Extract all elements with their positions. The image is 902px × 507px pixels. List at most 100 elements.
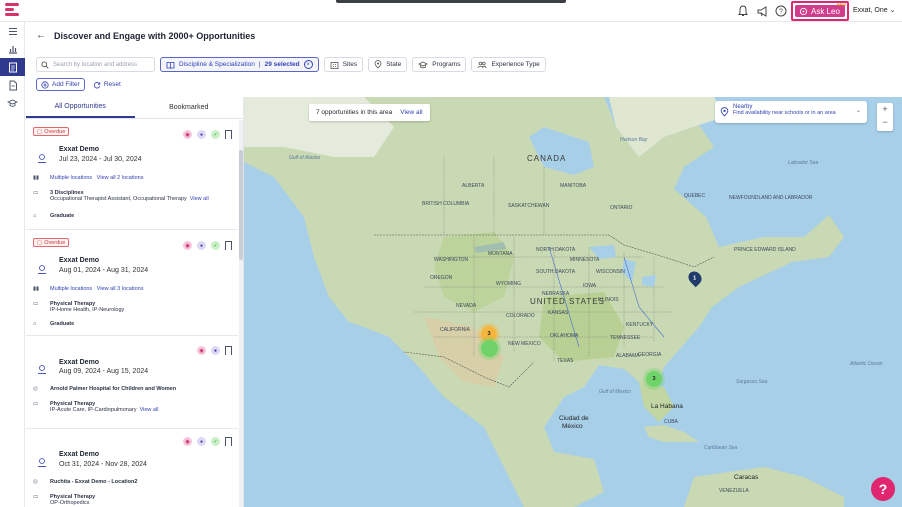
help-button[interactable]: ? bbox=[871, 477, 895, 501]
ask-leo-label: Ask Leo bbox=[811, 6, 840, 16]
location-text[interactable]: Multiple locations bbox=[50, 175, 92, 181]
zoom-in-button[interactable]: + bbox=[877, 103, 893, 116]
map-label-south-dakota: SOUTH DAKOTA bbox=[536, 269, 576, 275]
map-label-bc: BRITISH COLUMBIA bbox=[422, 201, 470, 207]
view-locations-link[interactable]: View all 2 locations bbox=[97, 175, 144, 181]
book-icon: ▭ bbox=[33, 494, 39, 500]
check-icon[interactable]: ✓ bbox=[211, 437, 220, 446]
map-cluster-marker[interactable]: 3 bbox=[646, 371, 662, 387]
graduation-icon bbox=[418, 61, 429, 68]
eye-icon[interactable]: ◉ bbox=[183, 437, 192, 446]
ask-leo-button[interactable]: Ask Leo NEW bbox=[791, 1, 849, 21]
map-label-montana: MONTANA bbox=[488, 251, 513, 257]
location-pin-icon bbox=[720, 107, 729, 117]
opportunity-card[interactable]: ▢ Overdue ◉ ● ✓ Exxat Demo Jul 23, 2024 -… bbox=[26, 119, 238, 230]
state-filter-chip[interactable]: State bbox=[368, 57, 408, 72]
org-name: Exxat Demo bbox=[59, 359, 100, 366]
view-all-opportunities-link[interactable]: View all bbox=[400, 109, 422, 116]
discipline-filter-label: Discipline & Specialization bbox=[179, 61, 255, 68]
person-icon[interactable]: ● bbox=[197, 437, 206, 446]
org-name: Exxat Demo bbox=[59, 451, 100, 458]
map-pins-icon: ▮▮ bbox=[33, 286, 40, 292]
opportunity-card[interactable]: ▢ Overdue ◉ ● ✓ Exxat Demo Aug 01, 2024 -… bbox=[26, 230, 238, 336]
rail-item-education[interactable] bbox=[0, 94, 25, 112]
plus-circle-icon bbox=[41, 80, 49, 89]
check-icon[interactable]: ✓ bbox=[211, 241, 220, 250]
page-header: ← Discover and Engage with 2000+ Opportu… bbox=[36, 30, 255, 41]
map-label-hudson-bay: Hudson Bay bbox=[620, 137, 648, 143]
announcement-icon[interactable] bbox=[756, 4, 770, 18]
bookmark-icon[interactable] bbox=[225, 241, 232, 250]
add-filter-button[interactable]: Add Filter bbox=[36, 78, 85, 91]
location-search-input[interactable]: Search by location and address bbox=[36, 57, 155, 72]
rail-item-analytics[interactable] bbox=[0, 40, 25, 58]
reset-button[interactable]: Reset bbox=[93, 81, 121, 89]
level-row: ⌂ Graduate bbox=[33, 213, 233, 221]
eye-icon[interactable]: ◉ bbox=[183, 130, 192, 139]
person-icon[interactable]: ● bbox=[197, 241, 206, 250]
location-row: ▮▮ Multiple locations View all 3 locatio… bbox=[33, 286, 233, 294]
nearby-dropdown[interactable]: Nearby Find availability near schools or… bbox=[715, 101, 867, 123]
person-icon[interactable]: ● bbox=[211, 346, 220, 355]
map-label-quebec: QUEBEC bbox=[684, 193, 706, 199]
book-icon: ▭ bbox=[33, 190, 39, 196]
date-range: Aug 09, 2024 - Aug 15, 2024 bbox=[59, 368, 149, 375]
svg-text:?: ? bbox=[779, 9, 783, 16]
menu-button[interactable] bbox=[0, 22, 25, 40]
tab-bookmarked[interactable]: Bookmarked bbox=[135, 97, 244, 118]
level-text: Graduate bbox=[50, 321, 75, 327]
rail-item-opportunities[interactable] bbox=[0, 58, 25, 76]
map-label-newfoundland: NEWFOUNDLAND AND LABRADOR bbox=[729, 195, 813, 201]
user-menu[interactable]: Exxat, One ⌄ bbox=[853, 6, 895, 14]
location-row: ◎ Arnold Palmer Hospital for Children an… bbox=[33, 386, 233, 394]
map-label-atlantic: Atlantic Ocean bbox=[850, 361, 883, 367]
map-label-ontario: ONTARIO bbox=[610, 205, 633, 211]
book-icon: ▭ bbox=[33, 401, 39, 407]
map-label-new-mexico: NEW MEXICO bbox=[508, 341, 541, 347]
org-logo-icon bbox=[38, 458, 46, 467]
zoom-controls: + − bbox=[877, 103, 893, 131]
map-label-texas: TEXAS bbox=[557, 358, 574, 364]
bell-icon[interactable] bbox=[736, 4, 750, 18]
discipline-filter-chip[interactable]: Discipline & Specialization | 29 selecte… bbox=[160, 57, 319, 72]
opportunities-count-text: 7 opportunities in this area bbox=[316, 109, 393, 116]
bookmark-icon[interactable] bbox=[225, 437, 232, 446]
exxat-logo[interactable] bbox=[5, 3, 19, 19]
programs-filter-label: Programs bbox=[432, 61, 461, 68]
programs-filter-chip[interactable]: Programs bbox=[412, 57, 467, 72]
map-view[interactable]: CANADA UNITED STATES Ciudad de México La… bbox=[244, 97, 902, 507]
chip-divider: | bbox=[258, 61, 261, 68]
opportunity-card[interactable]: ◉ ● Exxat Demo Aug 09, 2024 - Aug 15, 20… bbox=[26, 336, 238, 429]
opportunity-card[interactable]: ◉ ● ✓ Exxat Demo Oct 31, 2024 - Nov 28, … bbox=[26, 429, 238, 507]
view-locations-link[interactable]: View all 3 locations bbox=[97, 286, 144, 292]
help-circle-icon[interactable]: ? bbox=[774, 4, 788, 18]
sites-filter-chip[interactable]: Sites bbox=[323, 57, 364, 72]
filter-bar: Search by location and address Disciplin… bbox=[36, 57, 546, 72]
experience-type-filter-chip[interactable]: Experience Type bbox=[471, 57, 546, 72]
map-label-washington: WASHINGTON bbox=[434, 257, 469, 263]
list-scrollbar-thumb[interactable] bbox=[239, 150, 243, 260]
rail-item-files[interactable] bbox=[0, 76, 25, 94]
back-arrow-icon[interactable]: ← bbox=[36, 30, 46, 41]
bookmark-icon[interactable] bbox=[225, 130, 232, 139]
view-all-link[interactable]: View all bbox=[190, 196, 209, 202]
add-filter-label: Add Filter bbox=[52, 81, 80, 88]
filter-actions: Add Filter Reset bbox=[36, 78, 121, 91]
map-label-georgia: GEORGIA bbox=[638, 352, 662, 358]
map-cluster-marker[interactable] bbox=[481, 340, 498, 357]
book-icon: ▭ bbox=[33, 301, 39, 307]
view-all-link[interactable]: View all bbox=[140, 407, 159, 413]
eye-icon[interactable]: ◉ bbox=[183, 241, 192, 250]
map-label-oklahoma: OKLAHOMA bbox=[550, 333, 579, 339]
menu-icon bbox=[8, 27, 17, 35]
tab-all-opportunities[interactable]: All Opportunities bbox=[26, 97, 135, 118]
location-text[interactable]: Multiple locations bbox=[50, 286, 92, 292]
map-label-saskatchewan: SASKATCHEWAN bbox=[508, 203, 550, 209]
clear-filter-icon[interactable]: × bbox=[303, 60, 313, 69]
check-icon[interactable]: ✓ bbox=[211, 130, 220, 139]
bookmark-icon[interactable] bbox=[225, 346, 232, 355]
eye-icon[interactable]: ◉ bbox=[197, 346, 206, 355]
zoom-out-button[interactable]: − bbox=[877, 116, 893, 129]
map-label-kentucky: KENTUCKY bbox=[626, 322, 654, 328]
person-icon[interactable]: ● bbox=[197, 130, 206, 139]
